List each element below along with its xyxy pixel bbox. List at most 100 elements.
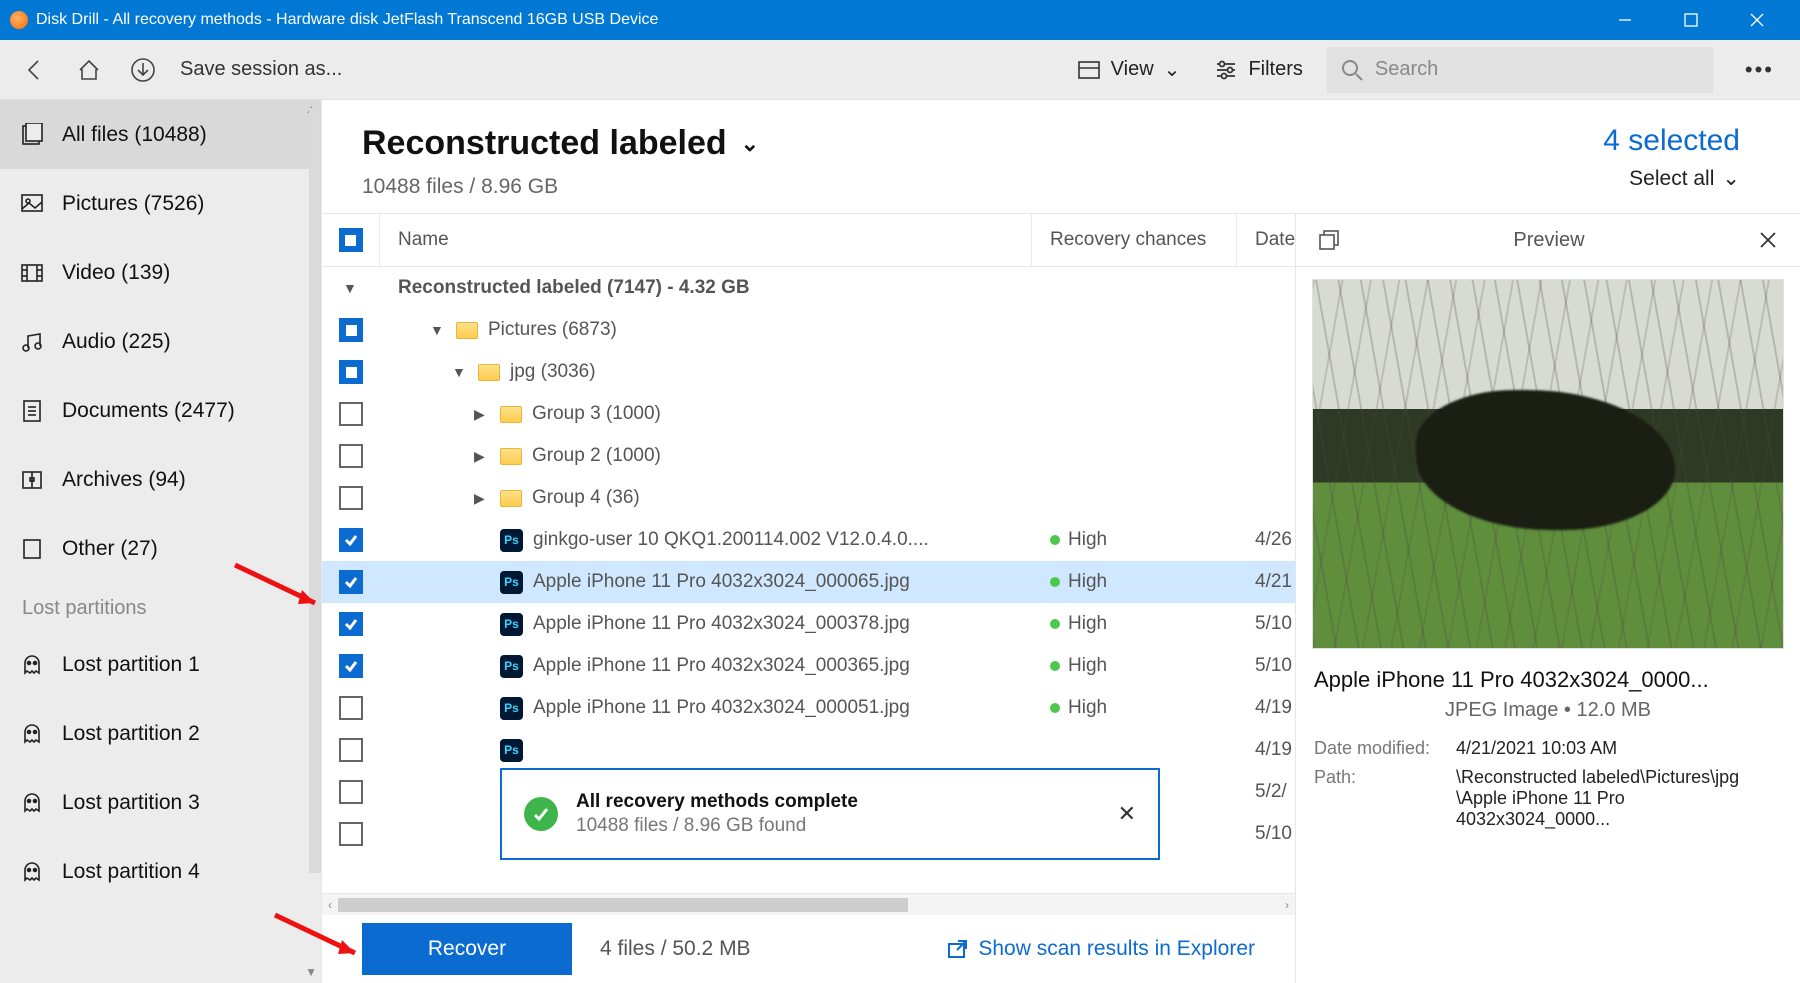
checkbox[interactable]	[339, 822, 363, 846]
sidebar-item-pictures[interactable]: Pictures (7526)	[0, 169, 321, 238]
sidebar-item-archives[interactable]: Archives (94)	[0, 445, 321, 514]
sidebar-item-partition-1[interactable]: Lost partition 1	[0, 630, 321, 699]
ps-icon: Ps	[500, 529, 523, 552]
filters-button[interactable]: Filters	[1204, 58, 1312, 81]
checkbox[interactable]	[339, 612, 363, 636]
meta-val-path: \Reconstructed labeled\Pictures\jpg \App…	[1456, 767, 1782, 830]
expand-icon[interactable]	[452, 364, 468, 380]
page-title[interactable]: Reconstructed labeled ⌄	[362, 124, 759, 163]
group-row[interactable]: Group 3 (1000)	[322, 393, 1295, 435]
expand-icon[interactable]	[343, 280, 359, 296]
sidebar-item-documents[interactable]: Documents (2477)	[0, 376, 321, 445]
save-session-button[interactable]: Save session as...	[180, 58, 342, 81]
header-subtitle: 10488 files / 8.96 GB	[362, 175, 759, 199]
sidebar-item-video[interactable]: Video (139)	[0, 238, 321, 307]
sidebar-item-label: Audio (225)	[62, 330, 171, 354]
expand-icon[interactable]	[474, 406, 490, 423]
checkbox[interactable]	[339, 360, 363, 384]
select-all-dropdown[interactable]: Select all ⌄	[1603, 166, 1740, 191]
close-icon[interactable]	[1758, 230, 1778, 250]
meta-key-path: Path:	[1314, 767, 1456, 830]
more-menu-button[interactable]: •••	[1727, 57, 1792, 83]
checkbox[interactable]	[339, 570, 363, 594]
audio-icon	[20, 330, 44, 354]
group-row[interactable]: Pictures (6873)	[322, 309, 1295, 351]
preview-subtitle: JPEG Image • 12.0 MB	[1296, 699, 1800, 722]
sidebar-item-partition-3[interactable]: Lost partition 3	[0, 768, 321, 837]
expand-icon[interactable]	[474, 490, 490, 507]
checkbox[interactable]	[339, 654, 363, 678]
maximize-button[interactable]	[1658, 0, 1724, 40]
status-dot	[1050, 535, 1060, 545]
preview-filename: Apple iPhone 11 Pro 4032x3024_0000...	[1296, 649, 1800, 693]
toast-close-button[interactable]: ✕	[1118, 801, 1136, 827]
column-date[interactable]: Date	[1237, 214, 1295, 266]
minimize-button[interactable]	[1592, 0, 1658, 40]
titlebar: Disk Drill - All recovery methods - Hard…	[0, 0, 1800, 40]
sidebar-item-audio[interactable]: Audio (225)	[0, 307, 321, 376]
select-all-checkbox[interactable]	[339, 228, 363, 252]
chevron-down-icon: ⌄	[1164, 57, 1181, 82]
copy-icon[interactable]	[1318, 229, 1340, 251]
recover-button[interactable]: Recover	[362, 923, 572, 975]
meta-val-date: 4/21/2021 10:03 AM	[1456, 738, 1782, 759]
folder-icon	[500, 406, 522, 423]
sidebar-item-partition-2[interactable]: Lost partition 2	[0, 699, 321, 768]
ghost-icon	[20, 722, 44, 746]
chevron-down-icon: ⌄	[741, 131, 759, 157]
download-icon[interactable]	[116, 43, 170, 97]
file-row[interactable]: PsApple iPhone 11 Pro 4032x3024_000365.j…	[322, 645, 1295, 687]
back-button[interactable]	[8, 43, 62, 97]
sidebar-item-label: Lost partition 3	[62, 791, 200, 815]
view-dropdown[interactable]: View ⌄	[1067, 57, 1191, 82]
folder-icon	[500, 448, 522, 465]
checkbox[interactable]	[339, 696, 363, 720]
checkbox[interactable]	[339, 318, 363, 342]
sidebar-item-all-files[interactable]: All files (10488)	[0, 100, 321, 169]
group-row[interactable]: Reconstructed labeled (7147) - 4.32 GB	[322, 267, 1295, 309]
sidebar-item-label: Documents (2477)	[62, 399, 235, 423]
expand-icon[interactable]	[430, 322, 446, 338]
preview-image	[1312, 279, 1784, 649]
group-row[interactable]: jpg (3036)	[322, 351, 1295, 393]
checkbox[interactable]	[339, 738, 363, 762]
file-row[interactable]: Ps 4/19	[322, 729, 1295, 771]
file-row[interactable]: PsApple iPhone 11 Pro 4032x3024_000378.j…	[322, 603, 1295, 645]
meta-key-date: Date modified:	[1314, 738, 1456, 759]
sidebar-item-partition-4[interactable]: Lost partition 4	[0, 837, 321, 906]
file-row[interactable]: PsApple iPhone 11 Pro 4032x3024_000051.j…	[322, 687, 1295, 729]
close-button[interactable]	[1724, 0, 1790, 40]
horizontal-scrollbar[interactable]: ‹›	[322, 893, 1295, 915]
status-dot	[1050, 661, 1060, 671]
view-label: View	[1111, 58, 1154, 81]
search-input[interactable]: Search	[1327, 47, 1713, 93]
search-placeholder: Search	[1375, 58, 1438, 81]
sidebar-item-label: Pictures (7526)	[62, 192, 204, 216]
ghost-icon	[20, 791, 44, 815]
folder-icon	[478, 364, 500, 381]
status-dot	[1050, 619, 1060, 629]
status-dot	[1050, 577, 1060, 587]
group-row[interactable]: Group 2 (1000)	[322, 435, 1295, 477]
checkbox[interactable]	[339, 486, 363, 510]
toolbar: Save session as... View ⌄ Filters Search…	[0, 40, 1800, 100]
checkbox[interactable]	[339, 528, 363, 552]
group-row[interactable]: Group 4 (36)	[322, 477, 1295, 519]
column-name[interactable]: Name	[380, 214, 1032, 266]
sidebar-item-label: Lost partition 4	[62, 860, 200, 884]
show-in-explorer-link[interactable]: Show scan results in Explorer	[946, 937, 1255, 961]
window-title: Disk Drill - All recovery methods - Hard…	[36, 11, 658, 29]
file-row[interactable]: Psginkgo-user 10 QKQ1.200114.002 V12.0.4…	[322, 519, 1295, 561]
footer: Recover 4 files / 50.2 MB Show scan resu…	[322, 915, 1295, 983]
expand-icon[interactable]	[474, 448, 490, 465]
checkbox[interactable]	[339, 780, 363, 804]
status-dot	[1050, 703, 1060, 713]
checkbox[interactable]	[339, 444, 363, 468]
checkbox[interactable]	[339, 402, 363, 426]
ghost-icon	[20, 653, 44, 677]
files-icon	[20, 123, 44, 147]
table-header: Name Recovery chances Date	[322, 213, 1295, 267]
home-button[interactable]	[62, 43, 116, 97]
column-recovery[interactable]: Recovery chances	[1032, 214, 1237, 266]
file-row[interactable]: PsApple iPhone 11 Pro 4032x3024_000065.j…	[322, 561, 1295, 603]
